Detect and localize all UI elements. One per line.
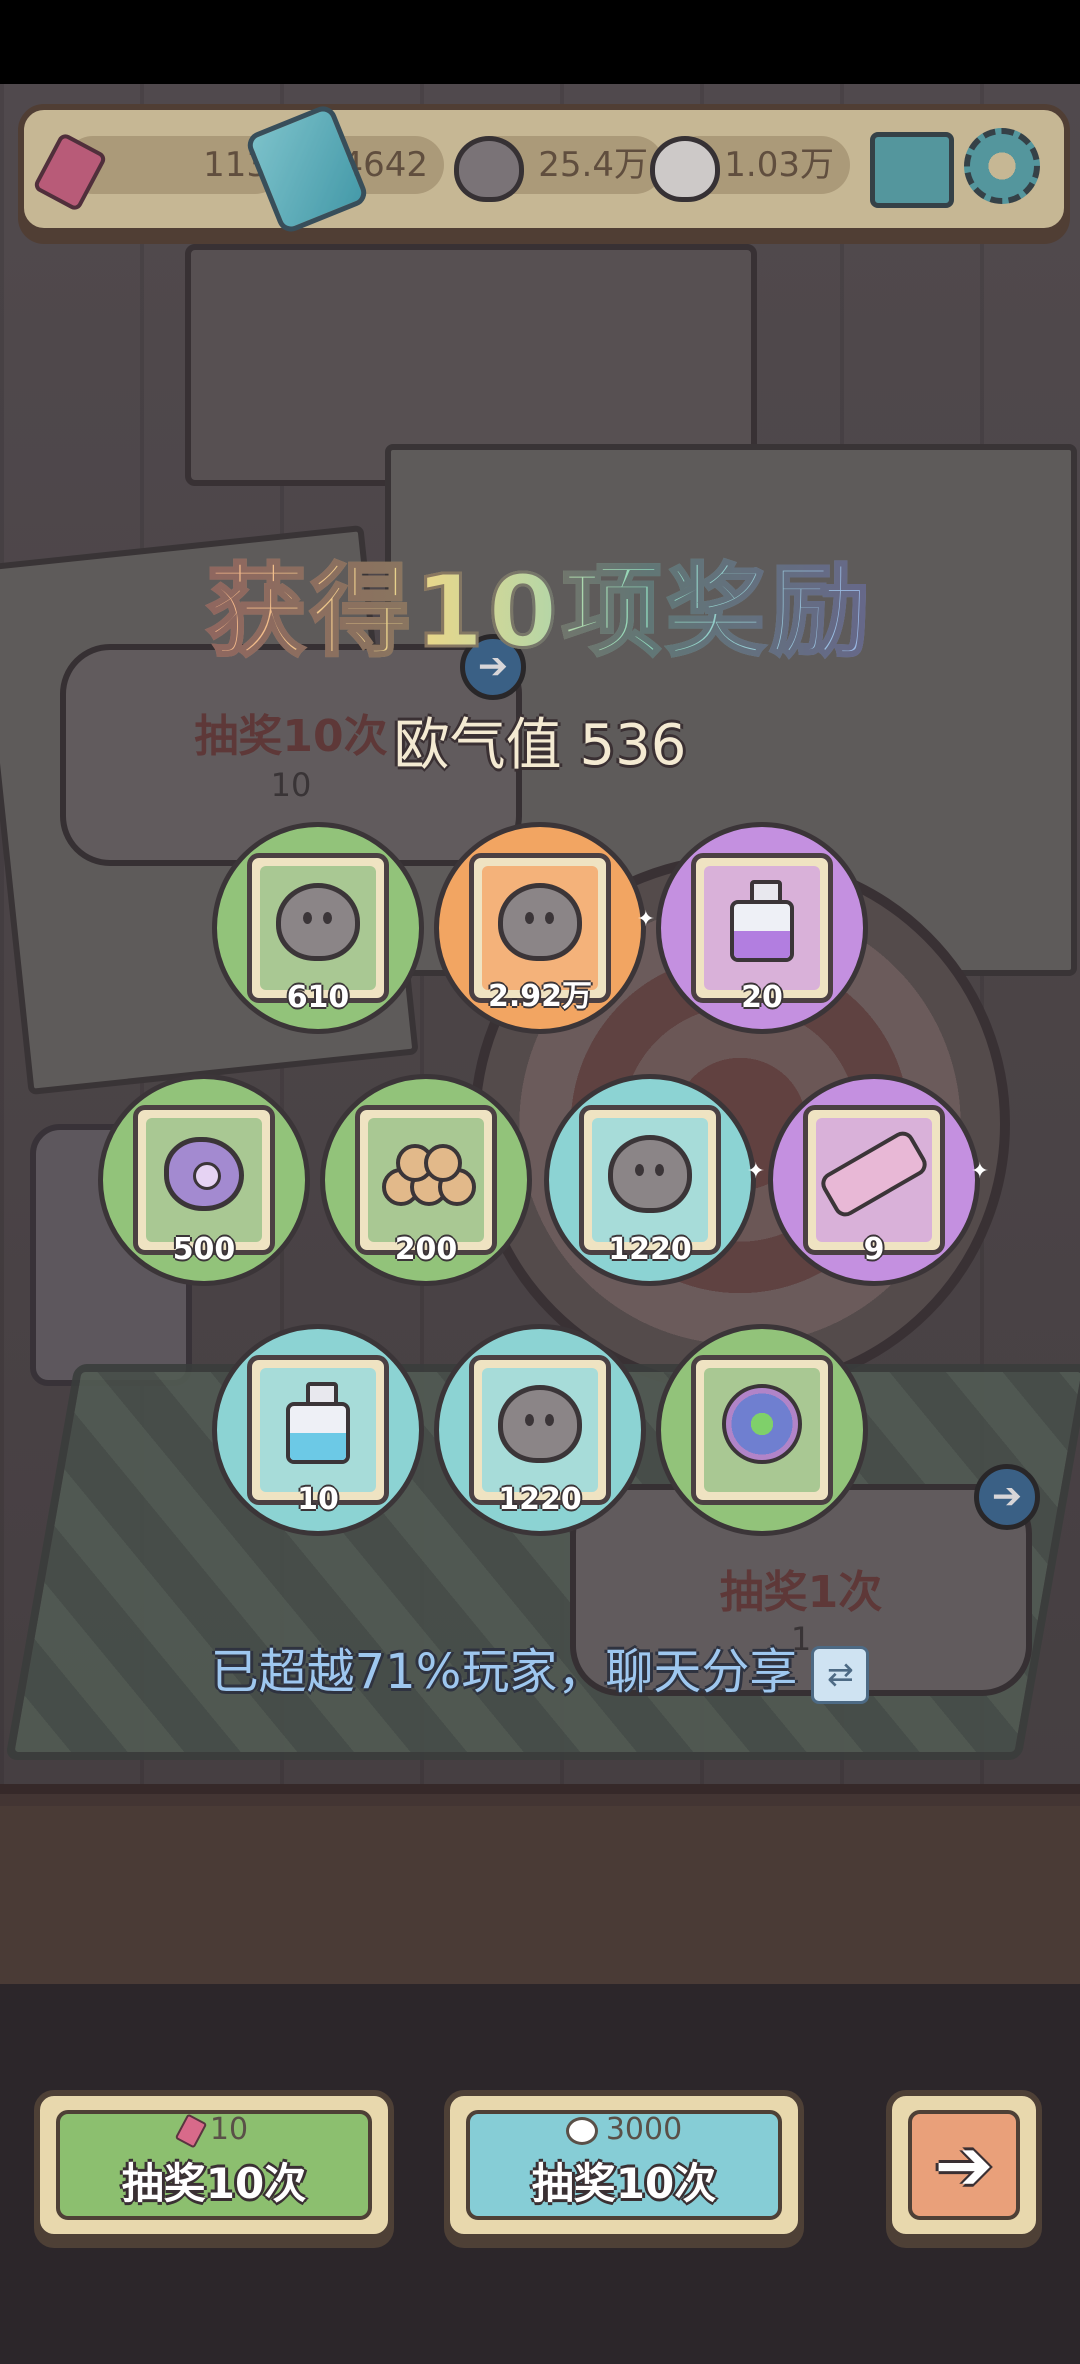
gray-soul-icon: [498, 1385, 582, 1464]
reward-item-2[interactable]: 2.92万 ✦: [434, 822, 655, 1034]
flower-ring-icon: [722, 1384, 802, 1465]
gray-soul-icon: [608, 1135, 692, 1214]
draw-ten-ticket-label: 抽奖10次: [121, 2159, 307, 2208]
reward-qty: 20: [741, 980, 783, 1015]
next-button[interactable]: ➔: [886, 2090, 1042, 2240]
reward-qty: 1220: [498, 1482, 582, 1517]
reward-item-9[interactable]: 1220: [434, 1324, 646, 1536]
draw-ten-soul-cost: 3000: [450, 2112, 798, 2147]
blue-potion-icon: [286, 1382, 350, 1466]
ticket-icon: [174, 2112, 208, 2149]
gray-soul-icon: [498, 883, 582, 962]
share-icon[interactable]: ⇄: [811, 1646, 870, 1704]
table-top: [0, 1784, 1080, 1994]
reward-title: 获得10项奖励: [0, 530, 1080, 675]
reward-item-4[interactable]: 500: [98, 1074, 310, 1286]
wood-logs-icon: [382, 1144, 476, 1207]
germ-icon: [164, 1137, 244, 1212]
reward-qty: 500: [172, 1232, 236, 1267]
reward-qty: 1220: [608, 1232, 692, 1267]
reward-item-7[interactable]: 9 ✦: [768, 1074, 989, 1286]
reward-qty: 9: [863, 1232, 885, 1267]
reward-qty: 2.92万: [487, 979, 593, 1014]
purple-potion-icon: [730, 880, 794, 964]
reward-qty: 10: [297, 1482, 339, 1517]
arrow-right-icon: ➔: [934, 2124, 994, 2206]
reward-item-5[interactable]: 200: [320, 1074, 532, 1286]
reward-qty: 200: [394, 1232, 458, 1267]
reward-card: [691, 1355, 833, 1505]
luck-value: 欧气值 536: [393, 713, 687, 778]
draw-ten-ticket-button[interactable]: 10 抽奖10次: [34, 2090, 394, 2240]
draw-ten-soul-label: 抽奖10次: [531, 2159, 717, 2208]
share-prompt[interactable]: 已超越71%玩家，聊天分享 ⇄: [0, 1632, 1080, 1704]
reward-item-8[interactable]: 10: [212, 1324, 424, 1536]
reward-item-1[interactable]: 610: [212, 822, 424, 1034]
reward-item-6[interactable]: 1220 ✦: [544, 1074, 765, 1286]
reward-qty: 610: [286, 980, 350, 1015]
draw-ten-soul-button[interactable]: 3000 抽奖10次: [444, 2090, 804, 2240]
share-text: 已超越71%玩家，聊天分享: [210, 1644, 798, 1700]
sparkle-icon: ✦: [746, 1159, 765, 1184]
draw-ten-ticket-cost: 10: [40, 2112, 388, 2149]
reward-item-3[interactable]: 20: [656, 822, 868, 1034]
gray-soul-icon: [276, 883, 360, 962]
white-soul-icon: [565, 2116, 598, 2145]
reward-item-10[interactable]: [656, 1324, 868, 1536]
status-bar: [0, 0, 1080, 84]
sparkle-icon: ✦: [970, 1159, 989, 1184]
sparkle-icon: ✦: [636, 907, 655, 932]
